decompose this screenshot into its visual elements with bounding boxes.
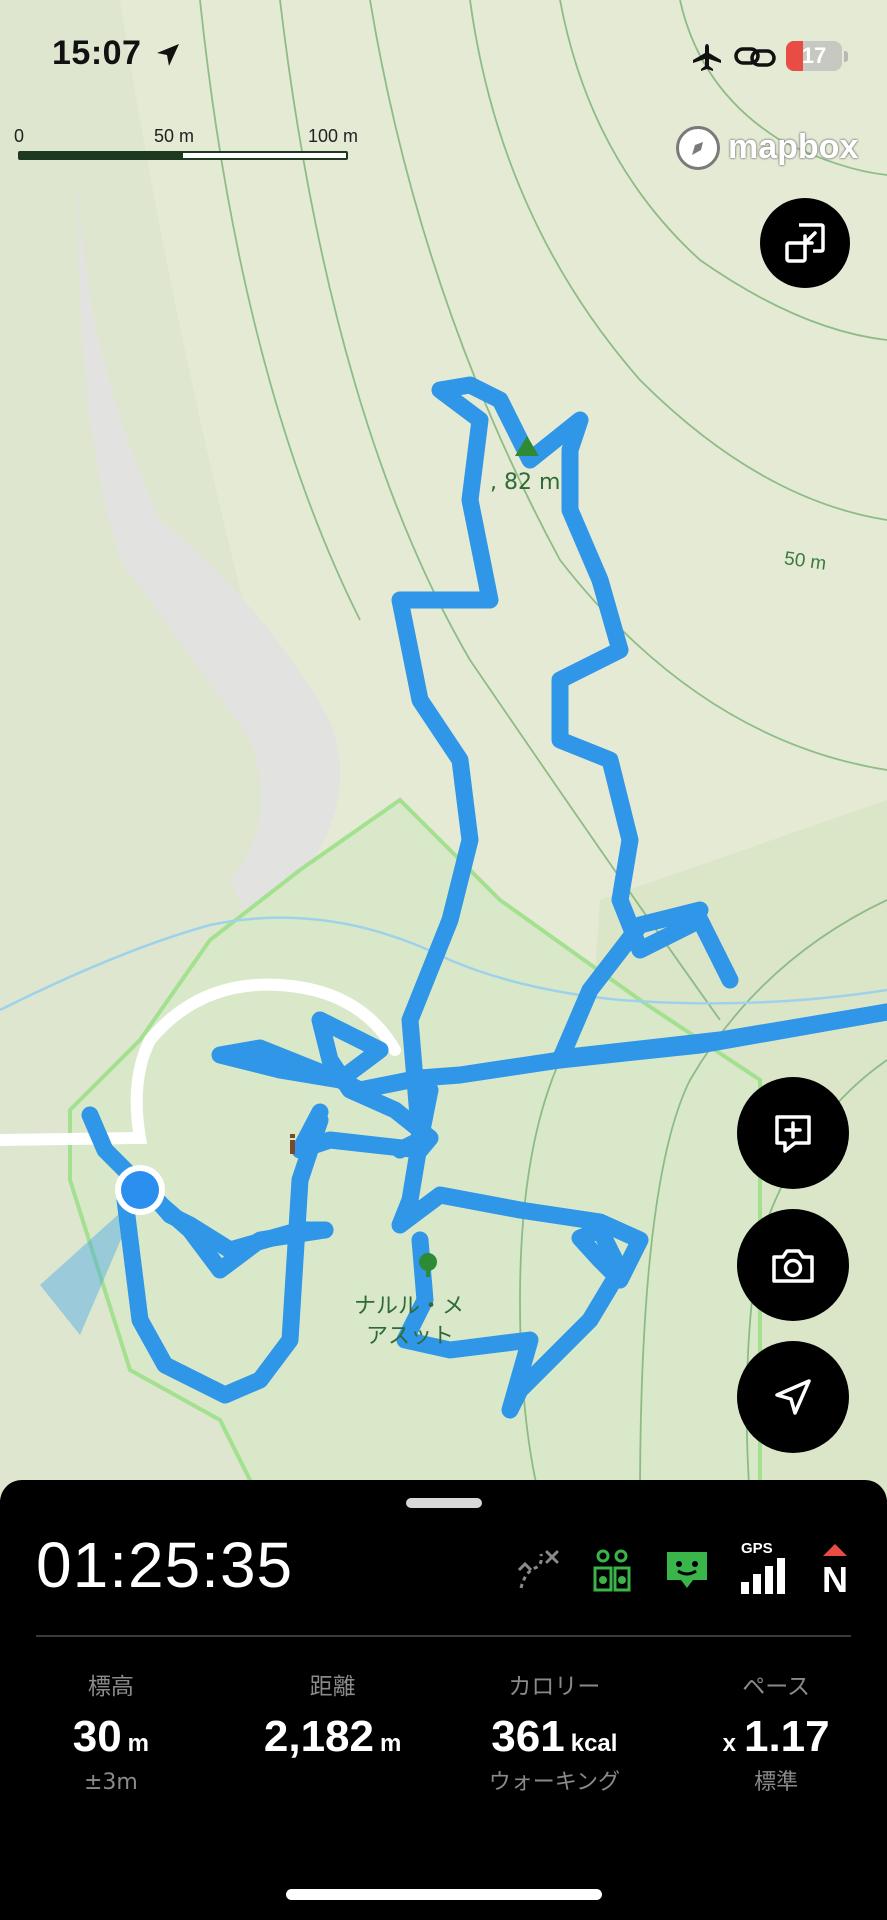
stat-pace[interactable]: ペース x 1.17 標準 bbox=[665, 1670, 887, 1810]
battery-cap bbox=[844, 51, 848, 62]
scale-label-0: 0 bbox=[14, 126, 25, 146]
airplane-mode-icon bbox=[693, 44, 721, 71]
mapbox-logo-icon bbox=[676, 126, 720, 170]
home-indicator[interactable] bbox=[286, 1889, 602, 1900]
stat-distance[interactable]: 距離 2,182 m bbox=[222, 1670, 444, 1810]
scale-label-50: 50 m bbox=[154, 126, 195, 146]
mapbox-logo[interactable]: mapbox bbox=[676, 126, 876, 172]
stat-elevation[interactable]: 標高 30 m ±3m bbox=[0, 1670, 222, 1810]
elapsed-time: 01:25:35 bbox=[36, 1529, 294, 1601]
add-note-icon bbox=[775, 1115, 811, 1153]
stat-value: 2,182 m bbox=[263, 1712, 402, 1761]
battery-indicator: 17 bbox=[786, 41, 842, 71]
north-compass-icon[interactable]: N bbox=[807, 1542, 863, 1600]
route-off-icon[interactable] bbox=[511, 1542, 567, 1598]
stat-label: カロリー bbox=[508, 1674, 601, 1700]
map-scale-bar: 0 50 m 100 m bbox=[12, 126, 362, 166]
stat-sub: 標準 bbox=[754, 1770, 799, 1795]
status-time: 15:07 bbox=[52, 34, 142, 72]
stat-sub: ±3m bbox=[83, 1770, 138, 1795]
panel-status-icons: GPS N bbox=[511, 1540, 863, 1600]
navigate-button[interactable] bbox=[737, 1341, 849, 1453]
exit-fullscreen-icon bbox=[785, 223, 825, 263]
stats-row: 標高 30 m ±3m 距離 2,182 m カロリー 361 kcal ウォーキング… bbox=[0, 1670, 887, 1810]
stat-label: 標高 bbox=[87, 1674, 134, 1700]
north-label: N bbox=[822, 1559, 848, 1598]
stat-value: x 1.17 bbox=[722, 1712, 830, 1761]
poi-label-line2[interactable]: アスット bbox=[366, 1318, 454, 1350]
location-arrow-icon bbox=[157, 44, 179, 66]
poi-label-line1[interactable]: ナルル・メ bbox=[354, 1288, 464, 1320]
battery-level-text: 17 bbox=[801, 43, 827, 68]
stat-calories[interactable]: カロリー 361 kcal ウォーキング bbox=[444, 1670, 666, 1810]
status-bar: 15:07 17 bbox=[0, 0, 887, 110]
scale-bar bbox=[18, 151, 348, 160]
camera-button[interactable] bbox=[737, 1209, 849, 1321]
camera-icon bbox=[772, 1249, 814, 1283]
stat-value: 30 m bbox=[72, 1712, 150, 1761]
exit-fullscreen-button[interactable] bbox=[760, 198, 850, 288]
stat-value: 361 kcal bbox=[491, 1712, 618, 1761]
compass-pins-icon[interactable] bbox=[585, 1542, 641, 1598]
navigation-arrow-icon bbox=[775, 1379, 811, 1415]
personal-hotspot-link-icon bbox=[734, 47, 776, 67]
scale-label-100: 100 m bbox=[308, 126, 359, 146]
panel-divider bbox=[36, 1635, 851, 1637]
peak-elevation-label: , 82 m bbox=[490, 470, 561, 495]
add-note-button[interactable] bbox=[737, 1077, 849, 1189]
panel-drag-handle[interactable] bbox=[406, 1498, 482, 1508]
gps-signal-icon: GPS bbox=[733, 1540, 789, 1598]
mapbox-wordmark: mapbox bbox=[728, 128, 859, 166]
scale-bar-fill bbox=[20, 153, 183, 158]
talk-bubble-icon[interactable] bbox=[659, 1542, 715, 1598]
stat-label: 距離 bbox=[309, 1674, 356, 1700]
stat-sub: ウォーキング bbox=[488, 1770, 621, 1795]
stat-sub bbox=[222, 1766, 444, 1800]
stat-label: ペース bbox=[742, 1674, 811, 1700]
activity-panel[interactable]: 01:25:35 GPS N 標高 30 m ±3m 距離 2,182 m カロ… bbox=[0, 1480, 887, 1920]
